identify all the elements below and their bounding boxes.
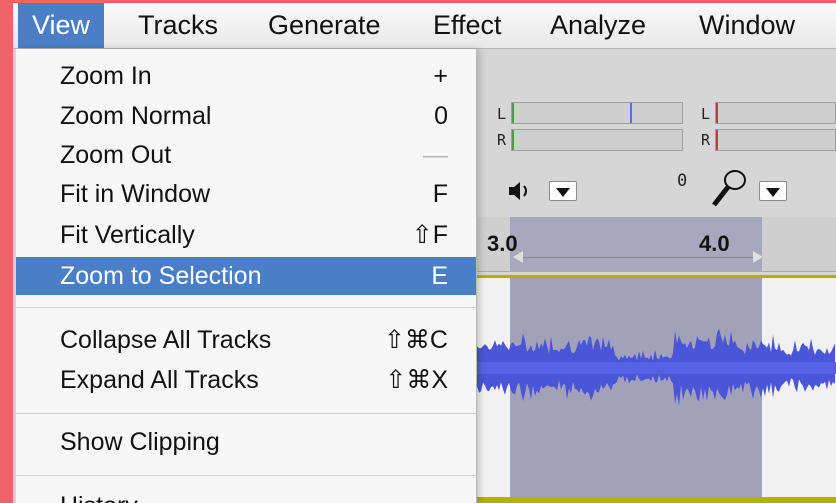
ruler-label-4: 4.0 [699, 231, 730, 256]
view-menu: Zoom In + Zoom Normal 0 Zoom Out — Fit i… [16, 49, 477, 503]
record-meter-right [715, 129, 836, 151]
selection-start-handle-icon[interactable] [513, 251, 523, 263]
menu-item-history[interactable]: History [16, 487, 476, 503]
menu-item-zoom-out[interactable]: Zoom Out — [16, 136, 476, 174]
audacity-content: L R L R 0 3.0 4.0 [473, 49, 836, 503]
menu-effect[interactable]: Effect [433, 3, 502, 48]
menu-item-zoom-normal[interactable]: Zoom Normal 0 [16, 97, 476, 135]
speaker-icon[interactable] [507, 179, 537, 203]
playback-volume-dropdown[interactable] [549, 181, 577, 201]
shortcut-fit-vertically: ⇧F [411, 221, 448, 249]
shortcut-zoom-out: — [423, 141, 448, 169]
menu-tracks[interactable]: Tracks [138, 3, 218, 48]
shortcut-collapse-all-tracks: ⇧⌘C [383, 326, 448, 354]
playback-meter-right [511, 129, 683, 151]
menu-analyze[interactable]: Analyze [550, 3, 646, 48]
shortcut-zoom-in: + [433, 62, 448, 90]
timeline-ruler[interactable]: 3.0 4.0 [473, 217, 836, 272]
microphone-icon[interactable] [709, 167, 749, 209]
record-meter-left-label: L [701, 105, 711, 123]
track-bottom-border [473, 497, 836, 503]
menu-separator [16, 413, 476, 414]
menu-view[interactable]: View [18, 3, 105, 48]
shortcut-expand-all-tracks: ⇧⌘X [385, 366, 448, 394]
record-meter-right-label: R [701, 131, 711, 149]
menu-window[interactable]: Window [699, 3, 795, 48]
playback-meter-left [511, 102, 683, 124]
menu-bar: View Tracks Generate Effect Analyze Wind… [13, 3, 836, 49]
record-volume-dropdown[interactable] [759, 181, 787, 201]
menu-item-fit-in-window[interactable]: Fit in Window F [16, 175, 476, 213]
menu-item-show-clipping[interactable]: Show Clipping [16, 423, 476, 461]
playback-meter-left-label: L [497, 105, 507, 123]
audacity-window: L R L R 0 3.0 4.0 View Tracks Generate E… [13, 3, 836, 503]
menu-item-fit-vertically[interactable]: Fit Vertically ⇧F [16, 216, 476, 254]
menu-separator [16, 307, 476, 308]
menu-generate[interactable]: Generate [268, 3, 381, 48]
waveform-core [473, 362, 836, 374]
shortcut-fit-in-window: F [432, 180, 448, 208]
menu-item-zoom-to-selection[interactable]: Zoom to Selection E [16, 257, 476, 295]
record-meter-left [715, 102, 836, 124]
waveform [473, 328, 836, 406]
menu-separator [16, 475, 476, 476]
menu-item-expand-all-tracks[interactable]: Expand All Tracks ⇧⌘X [16, 361, 476, 399]
playback-meter-right-label: R [497, 131, 507, 149]
selection-end-handle-icon[interactable] [753, 251, 763, 263]
shortcut-zoom-to-selection: E [431, 262, 448, 290]
shortcut-zoom-normal: 0 [434, 102, 448, 130]
audio-track[interactable] [473, 275, 836, 503]
menu-item-zoom-in[interactable]: Zoom In + [16, 57, 476, 95]
menu-item-collapse-all-tracks[interactable]: Collapse All Tracks ⇧⌘C [16, 321, 476, 359]
meter-zero-label: 0 [677, 171, 688, 191]
